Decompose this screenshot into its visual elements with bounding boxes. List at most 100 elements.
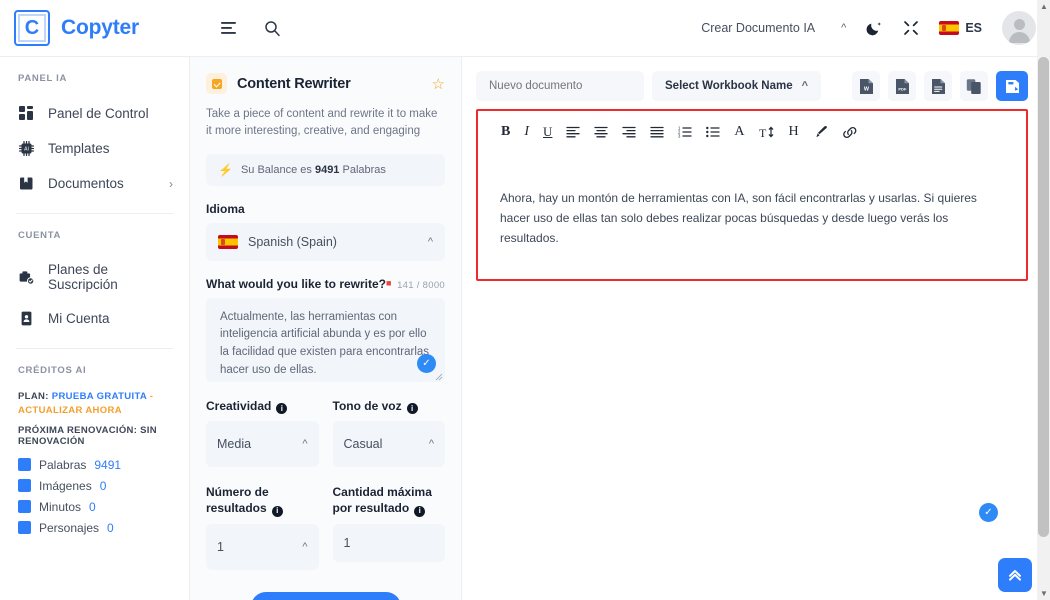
rewrite-textarea[interactable]: Actualmente, las herramientas con inteli… bbox=[206, 297, 445, 382]
rewrite-label-text: What would you like to rewrite? bbox=[206, 276, 387, 291]
sidebar: PANEL IA Panel de Control AI Templates D… bbox=[0, 57, 190, 600]
logo-letter: C bbox=[24, 17, 40, 39]
menu-lines-icon[interactable] bbox=[220, 21, 238, 35]
char-counter: 141 / 8000 bbox=[397, 279, 445, 291]
svg-text:AI: AI bbox=[24, 147, 29, 153]
language-select[interactable]: Spanish (Spain) ^ bbox=[206, 222, 445, 261]
svg-text:3: 3 bbox=[678, 134, 681, 138]
credit-row-palabras: Palabras 9491 bbox=[18, 458, 171, 472]
sidebar-item-planes-de-suscripcion[interactable]: Planes de Suscripción bbox=[0, 253, 189, 301]
language-select-value: Spanish (Spain) bbox=[248, 234, 337, 249]
export-pdf-button[interactable]: PDF bbox=[888, 71, 916, 101]
tone-value: Casual bbox=[343, 436, 383, 451]
creativity-select[interactable]: Media ^ bbox=[206, 420, 319, 467]
moon-icon[interactable] bbox=[866, 20, 883, 37]
language-selector[interactable]: ES bbox=[939, 21, 982, 35]
credits-section: CRÉDITOS AI PLAN: PRUEBA GRATUITA - ACTU… bbox=[0, 365, 189, 535]
credit-label: Minutos bbox=[39, 499, 82, 514]
brush-icon[interactable] bbox=[813, 123, 828, 141]
results-count-label: Número de resultados i bbox=[206, 484, 319, 517]
star-icon[interactable]: ☆ bbox=[432, 75, 445, 93]
creativity-value: Media bbox=[217, 436, 252, 451]
rich-text-editor[interactable]: B I U 123 A T H Ahora, hay un montón de … bbox=[476, 109, 1028, 281]
export-text-button[interactable] bbox=[924, 71, 952, 101]
avatar[interactable] bbox=[1002, 11, 1036, 45]
sidebar-item-templates[interactable]: AI Templates bbox=[0, 131, 189, 166]
align-left-icon[interactable] bbox=[566, 123, 581, 141]
info-icon[interactable]: i bbox=[414, 505, 426, 517]
info-icon[interactable]: i bbox=[271, 505, 283, 517]
scroll-to-top-button[interactable] bbox=[998, 558, 1032, 592]
bold-icon[interactable]: B bbox=[501, 123, 510, 141]
generate-text-button[interactable]: GENERAR TEXTO bbox=[250, 591, 401, 600]
document-name-input[interactable] bbox=[476, 71, 644, 101]
workbook-label: Select Workbook Name bbox=[665, 80, 793, 92]
sidebar-item-mi-cuenta[interactable]: Mi Cuenta bbox=[0, 301, 189, 336]
double-chevron-up-icon bbox=[1009, 570, 1021, 581]
align-center-icon[interactable] bbox=[594, 123, 609, 141]
resize-grip-icon[interactable] bbox=[435, 373, 443, 381]
ordered-list-icon[interactable]: 123 bbox=[678, 123, 693, 141]
save-document-button[interactable] bbox=[996, 71, 1028, 101]
collapse-icon[interactable] bbox=[903, 20, 919, 36]
bolt-icon: ⚡ bbox=[218, 162, 233, 177]
balance-suffix: Palabras bbox=[342, 163, 386, 176]
create-document-ai-menu[interactable]: Crear Documento IA ^ bbox=[701, 21, 846, 35]
heading-icon[interactable]: H bbox=[789, 123, 799, 141]
tone-select[interactable]: Casual ^ bbox=[332, 420, 445, 467]
create-document-ai-label: Crear Documento IA bbox=[701, 21, 816, 35]
brand-name: Copyter bbox=[61, 16, 139, 39]
font-color-icon[interactable]: A bbox=[734, 123, 744, 141]
sidebar-item-label: Planes de Suscripción bbox=[48, 262, 118, 292]
image-credit-icon bbox=[18, 479, 31, 493]
checkbox-orange-icon bbox=[206, 73, 227, 94]
check-circle-icon[interactable]: ✓ bbox=[417, 353, 436, 373]
font-size-icon[interactable]: T bbox=[759, 123, 775, 141]
results-count-input[interactable]: 1 ^ bbox=[206, 523, 319, 570]
max-per-result-input[interactable]: 1 bbox=[332, 523, 445, 562]
language-code: ES bbox=[965, 21, 982, 35]
link-icon[interactable] bbox=[842, 123, 858, 141]
minutes-credit-icon bbox=[18, 500, 31, 514]
logo-mark: C bbox=[14, 10, 50, 46]
language-field-label: Idioma bbox=[206, 201, 245, 216]
workbook-select[interactable]: Select Workbook Name ^ bbox=[652, 71, 822, 101]
plan-upgrade-link[interactable]: ACTUALIZAR AHORA bbox=[18, 405, 122, 416]
dashboard-icon bbox=[18, 105, 35, 122]
italic-icon[interactable]: I bbox=[524, 123, 529, 141]
browser-scrollbar[interactable]: ▲ ▼ bbox=[1037, 0, 1050, 600]
credit-row-personajes: Personajes 0 bbox=[18, 521, 171, 535]
align-right-icon[interactable] bbox=[622, 123, 637, 141]
credit-label: Imágenes bbox=[39, 478, 92, 493]
top-header: C Copyter Crear Documento IA ^ ES bbox=[0, 0, 1050, 57]
sidebar-item-documentos[interactable]: Documentos › bbox=[0, 166, 189, 201]
required-marker: ■ bbox=[386, 277, 392, 288]
chevron-right-icon: › bbox=[169, 176, 173, 191]
info-icon[interactable]: i bbox=[276, 402, 288, 414]
search-icon[interactable] bbox=[264, 20, 281, 37]
info-icon[interactable]: i bbox=[406, 402, 418, 414]
plan-line: PLAN: PRUEBA GRATUITA - ACTUALIZAR AHORA bbox=[18, 390, 171, 418]
credit-value: 0 bbox=[89, 499, 96, 514]
scroll-down-arrow-icon[interactable]: ▼ bbox=[1040, 589, 1048, 598]
check-circle-icon[interactable]: ✓ bbox=[979, 503, 998, 522]
sidebar-item-label: Panel de Control bbox=[48, 106, 149, 121]
sidebar-divider bbox=[16, 213, 173, 214]
account-card-icon bbox=[18, 310, 35, 327]
scroll-up-arrow-icon[interactable]: ▲ bbox=[1040, 2, 1048, 11]
balance-prefix: Su Balance es bbox=[240, 163, 312, 176]
editor-content[interactable]: Ahora, hay un montón de herramientas con… bbox=[496, 189, 1008, 248]
export-word-button[interactable]: W bbox=[852, 71, 880, 101]
chevron-up-icon: ^ bbox=[841, 22, 847, 34]
unordered-list-icon[interactable] bbox=[706, 123, 721, 141]
underline-icon[interactable]: U bbox=[543, 123, 552, 141]
sidebar-item-panel-de-control[interactable]: Panel de Control bbox=[0, 96, 189, 131]
chevron-up-icon: ^ bbox=[302, 437, 308, 450]
copy-document-button[interactable] bbox=[960, 71, 988, 101]
brand-logo[interactable]: C Copyter bbox=[14, 10, 190, 46]
sidebar-item-label: Documentos bbox=[48, 176, 124, 191]
max-per-result-value: 1 bbox=[343, 535, 351, 550]
scrollbar-thumb[interactable] bbox=[1038, 57, 1049, 537]
align-justify-icon[interactable] bbox=[650, 123, 665, 141]
tone-label-text: Tono de voz bbox=[332, 398, 402, 413]
